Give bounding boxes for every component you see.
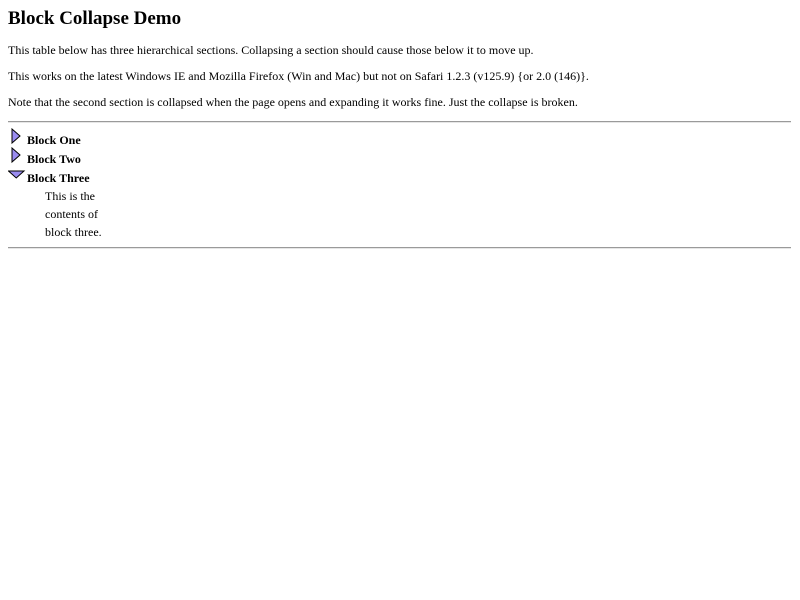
block-two-label[interactable]: Block Two (27, 152, 81, 166)
block-two-header[interactable]: Block Two (8, 147, 208, 166)
intro-paragraph-3: Note that the second section is collapse… (8, 95, 578, 109)
triangle-right-icon[interactable] (8, 147, 26, 165)
block-one-header[interactable]: Block One (8, 128, 208, 147)
bottom-divider (8, 247, 791, 249)
block-three-content-line: contents of (45, 207, 98, 221)
block-one-label[interactable]: Block One (27, 133, 81, 147)
block-three-content-line: This is the (45, 189, 95, 203)
block-three-content-line: block three. (45, 225, 102, 239)
block-three-contents: This is the contents of block three. (45, 187, 102, 241)
block-three-header[interactable]: Block Three (8, 166, 208, 185)
intro-paragraph-1: This table below has three hierarchical … (8, 43, 534, 57)
intro-paragraph-2: This works on the latest Windows IE and … (8, 69, 589, 83)
block-three-label[interactable]: Block Three (27, 171, 90, 185)
triangle-down-icon[interactable] (8, 166, 26, 184)
top-divider (8, 121, 791, 123)
triangle-right-icon[interactable] (8, 128, 26, 146)
page-title: Block Collapse Demo (8, 8, 182, 29)
